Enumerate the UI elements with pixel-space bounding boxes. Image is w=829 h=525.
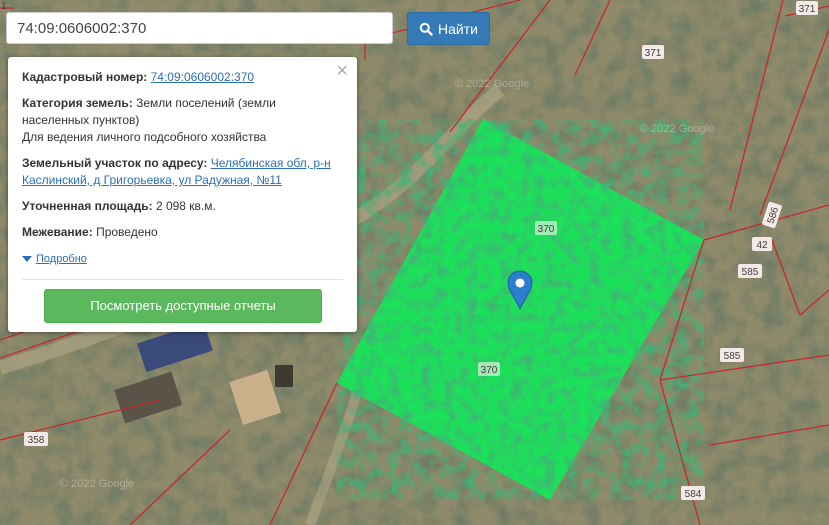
cadastral-number-label: Кадастровый номер: — [22, 70, 148, 84]
parcel-label: 370 — [481, 365, 498, 376]
address-row: Земельный участок по адресу: Челябинская… — [22, 155, 343, 189]
address-label: Земельный участок по адресу: — [22, 156, 208, 170]
address-link[interactable]: Каслинский, д Григорьевка, ул Радужная, … — [22, 173, 282, 187]
details-toggle[interactable]: Подробно — [22, 251, 87, 268]
watermark: © 2022 Google — [640, 123, 714, 135]
area-label: Уточненная площадь: — [22, 199, 153, 213]
area-row: Уточненная площадь: 2 098 кв.м. — [22, 198, 343, 215]
parcel-info-popup: × Кадастровый номер: 74:09:0606002:370 К… — [8, 57, 357, 332]
survey-value: Проведено — [96, 225, 158, 239]
parcel-label: 371 — [645, 48, 662, 59]
search-button-label: Найти — [438, 20, 478, 37]
parcel-label: 585 — [724, 351, 741, 362]
parcel-label: 371 — [799, 4, 816, 15]
cadastral-number-link[interactable]: 74:09:0606002:370 — [151, 70, 254, 84]
address-link[interactable]: Челябинская обл, р-н — [211, 156, 331, 170]
cadastral-number-row: Кадастровый номер: 74:09:0606002:370 — [22, 69, 343, 86]
watermark: © 2022 Google — [60, 478, 134, 490]
caret-down-icon — [22, 256, 32, 262]
survey-label: Межевание: — [22, 225, 93, 239]
search-input[interactable] — [6, 12, 393, 44]
parcel-label: 370 — [538, 224, 555, 235]
details-label: Подробно — [36, 252, 87, 265]
view-reports-button[interactable]: Посмотреть доступные отчеты — [44, 288, 322, 323]
land-category-value: Земли поселений (земли — [136, 96, 276, 110]
close-icon[interactable]: × — [336, 61, 348, 81]
permitted-use-value: Для ведения личного подсобного хозяйства — [22, 130, 267, 144]
parcel-label: 584 — [685, 489, 702, 500]
area-value: 2 098 кв.м. — [155, 199, 216, 213]
parcel-label: 358 — [28, 435, 45, 446]
divider — [22, 278, 343, 280]
land-category-label: Категория земель: — [22, 96, 133, 110]
survey-row: Межевание: Проведено — [22, 224, 343, 241]
parcel-label: 42 — [756, 240, 768, 251]
watermark: © 2022 Google — [455, 78, 529, 90]
parcel-label: 1 — [1, 1, 7, 12]
land-category-value: населенных пунктов) — [22, 113, 140, 127]
land-category-row: Категория земель: Земли поселений (земли… — [22, 95, 343, 146]
parcel-label: 585 — [742, 267, 759, 278]
search-button[interactable]: Найти — [407, 12, 490, 45]
search-icon — [419, 22, 433, 36]
